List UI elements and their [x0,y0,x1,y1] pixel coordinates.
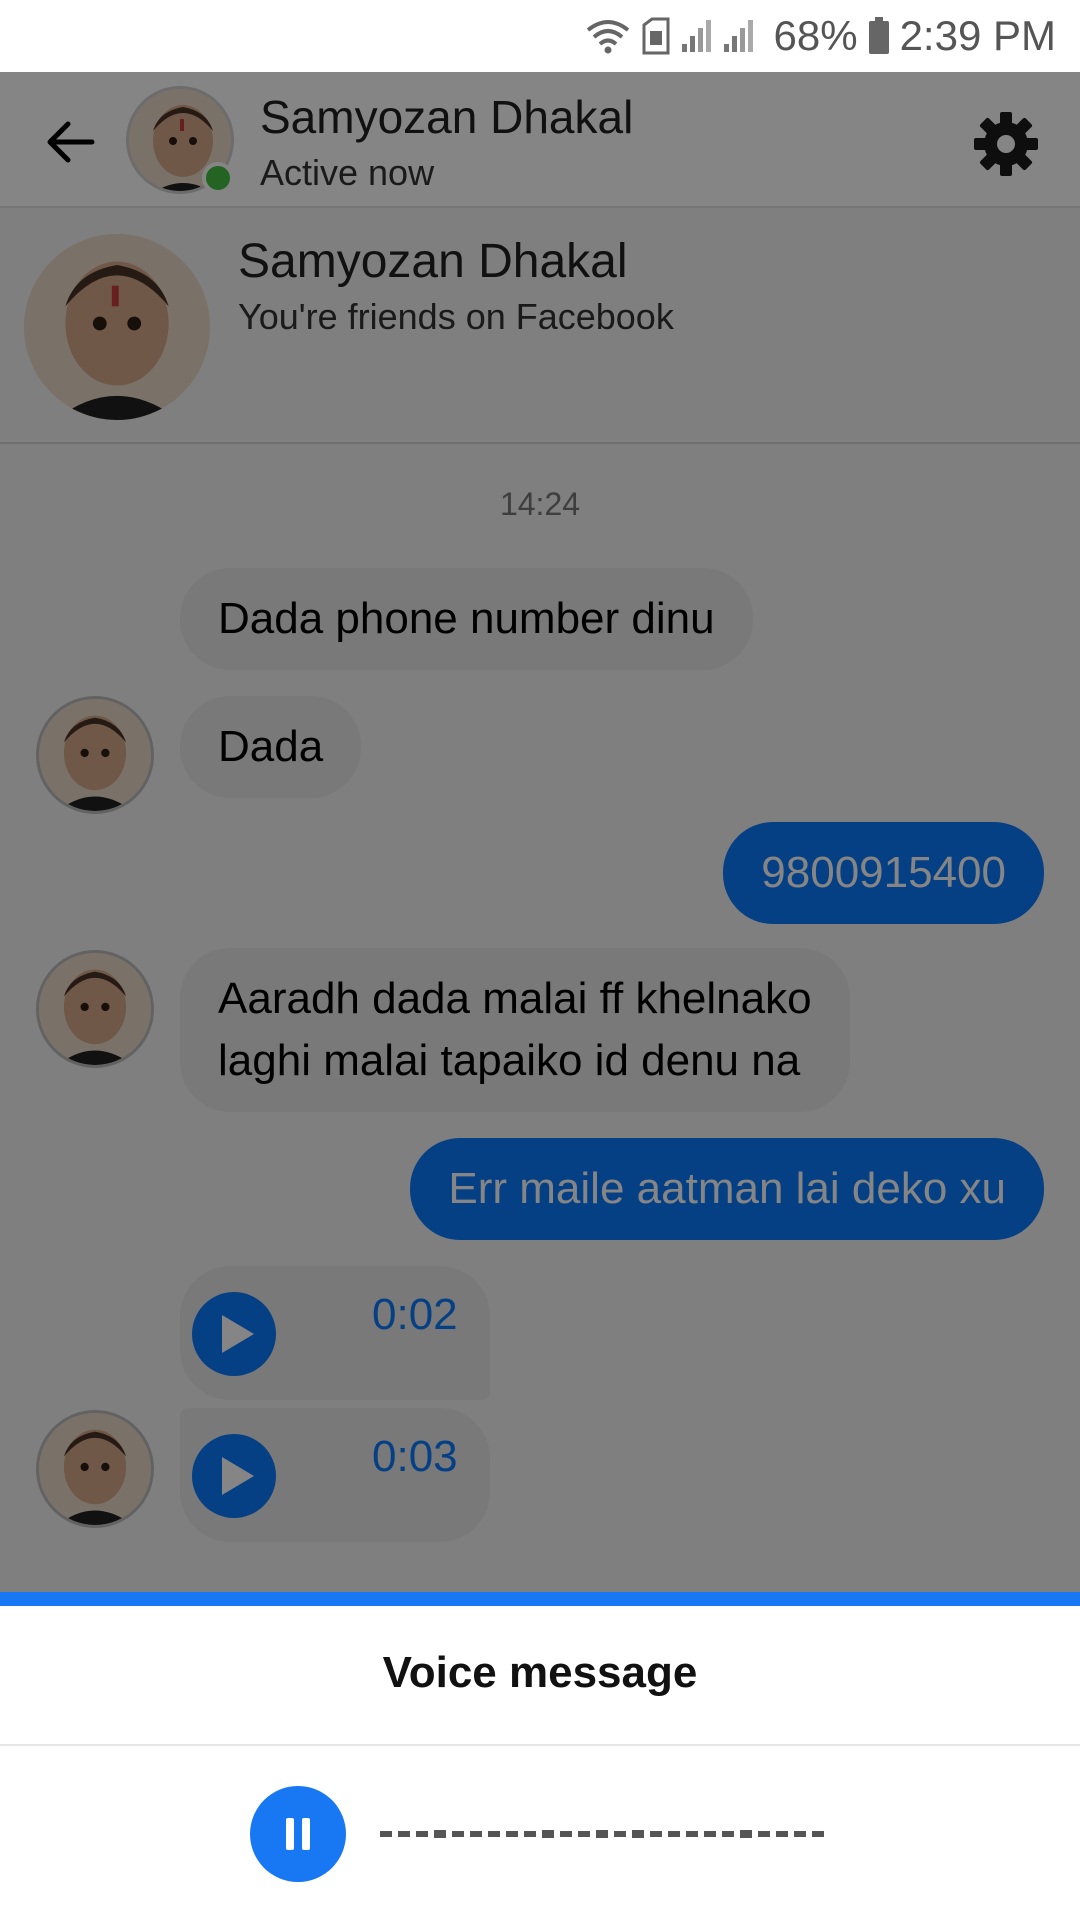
divider [0,1744,1080,1746]
message-bubble-outgoing[interactable]: 9800915400 [723,822,1044,924]
sim-icon [642,17,670,55]
clock: 2:39 PM [899,12,1056,59]
sender-avatar[interactable] [36,950,154,1068]
message-line: laghi malai tapaiko id denu na [218,1036,801,1085]
sender-avatar[interactable] [36,1410,154,1528]
profile-name: Samyozan Dhakal [238,235,628,288]
sender-avatar[interactable] [36,696,154,814]
gear-icon[interactable] [970,108,1042,180]
contact-name[interactable]: Samyozan Dhakal [260,90,633,144]
profile-avatar[interactable] [24,234,210,420]
profile-card[interactable]: Samyozan Dhakal You're friends on Facebo… [0,210,1080,444]
sheet-title: Voice message [382,1648,698,1697]
play-icon[interactable] [192,1292,276,1376]
voice-message-sheet: Voice message [0,1606,1080,1920]
wifi-icon [586,20,629,54]
battery-icon [868,17,889,54]
friendship-status: You're friends on Facebook [238,296,674,337]
voice-duration: 0:03 [372,1432,458,1481]
pause-icon[interactable] [250,1786,346,1882]
status-bar: 68% 2:39 PM [0,0,1080,72]
voice-duration: 0:02 [372,1290,458,1339]
play-icon[interactable] [192,1434,276,1518]
conversation-screen: Samyozan Dhakal Active now Samyozan Dhak… [0,72,1080,1592]
message-bubble-incoming[interactable]: Dada phone number dinu [180,568,753,670]
signal-icon [681,20,753,52]
battery-percent: 68% [773,12,858,59]
message-bubble-incoming[interactable]: Dada [180,696,362,798]
back-arrow-icon[interactable] [40,112,100,172]
message-line: Aaradh dada malai ff khelnako [218,974,812,1023]
playback-progress-bar [0,1592,1080,1606]
voice-message[interactable]: 0:03 [180,1408,490,1542]
message-timestamp: 14:24 [499,486,581,522]
message-bubble-outgoing[interactable]: Err maile aatman lai deko xu [410,1138,1044,1240]
voice-message[interactable]: 0:02 [180,1266,490,1400]
message-bubble-incoming[interactable]: Aaradh dada malai ff khelnako laghi mala… [180,948,850,1112]
waveform[interactable] [380,1812,830,1856]
contact-status: Active now [260,152,435,193]
conversation-header: Samyozan Dhakal Active now [0,72,1080,208]
online-status-dot [202,162,234,194]
